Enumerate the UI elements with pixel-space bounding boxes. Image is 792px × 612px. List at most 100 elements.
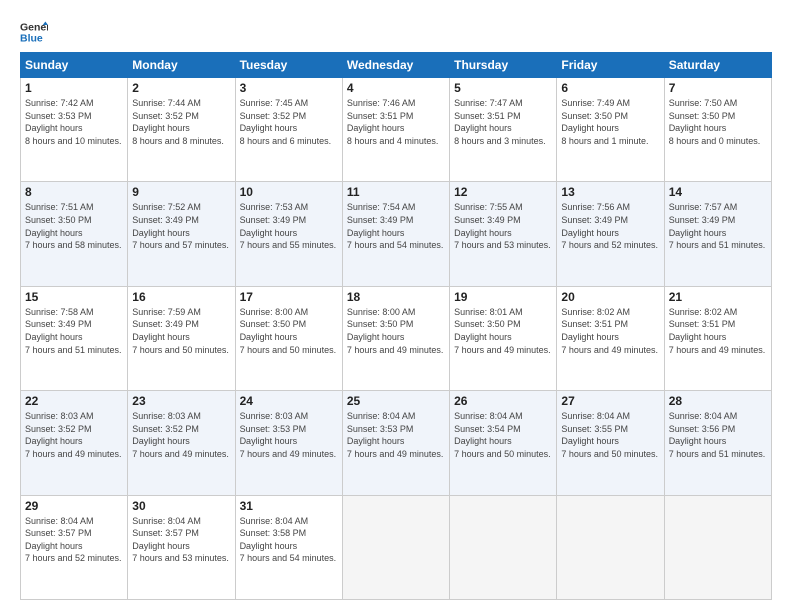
calendar-cell: 17 Sunrise: 8:00 AM Sunset: 3:50 PM Dayl…: [235, 286, 342, 390]
day-number: 12: [454, 185, 552, 199]
calendar-cell: 8 Sunrise: 7:51 AM Sunset: 3:50 PM Dayli…: [21, 182, 128, 286]
calendar-day-header: Tuesday: [235, 53, 342, 78]
day-number: 8: [25, 185, 123, 199]
calendar-cell: 31 Sunrise: 8:04 AM Sunset: 3:58 PM Dayl…: [235, 495, 342, 599]
calendar-cell: 10 Sunrise: 7:53 AM Sunset: 3:49 PM Dayl…: [235, 182, 342, 286]
day-info: Sunrise: 7:57 AM Sunset: 3:49 PM Dayligh…: [669, 201, 767, 251]
day-info: Sunrise: 8:00 AM Sunset: 3:50 PM Dayligh…: [240, 306, 338, 356]
calendar-day-header: Friday: [557, 53, 664, 78]
day-number: 25: [347, 394, 445, 408]
calendar-cell: 16 Sunrise: 7:59 AM Sunset: 3:49 PM Dayl…: [128, 286, 235, 390]
calendar-cell: 6 Sunrise: 7:49 AM Sunset: 3:50 PM Dayli…: [557, 78, 664, 182]
calendar-day-header: Saturday: [664, 53, 771, 78]
calendar-cell: 22 Sunrise: 8:03 AM Sunset: 3:52 PM Dayl…: [21, 391, 128, 495]
day-number: 30: [132, 499, 230, 513]
day-number: 13: [561, 185, 659, 199]
day-info: Sunrise: 8:04 AM Sunset: 3:55 PM Dayligh…: [561, 410, 659, 460]
calendar-cell: 23 Sunrise: 8:03 AM Sunset: 3:52 PM Dayl…: [128, 391, 235, 495]
day-info: Sunrise: 8:03 AM Sunset: 3:52 PM Dayligh…: [132, 410, 230, 460]
day-number: 23: [132, 394, 230, 408]
day-info: Sunrise: 7:46 AM Sunset: 3:51 PM Dayligh…: [347, 97, 445, 147]
day-info: Sunrise: 7:49 AM Sunset: 3:50 PM Dayligh…: [561, 97, 659, 147]
calendar-cell: 1 Sunrise: 7:42 AM Sunset: 3:53 PM Dayli…: [21, 78, 128, 182]
calendar-cell: 21 Sunrise: 8:02 AM Sunset: 3:51 PM Dayl…: [664, 286, 771, 390]
calendar-cell: 29 Sunrise: 8:04 AM Sunset: 3:57 PM Dayl…: [21, 495, 128, 599]
day-number: 7: [669, 81, 767, 95]
calendar-day-header: Sunday: [21, 53, 128, 78]
day-number: 20: [561, 290, 659, 304]
calendar-week-row: 1 Sunrise: 7:42 AM Sunset: 3:53 PM Dayli…: [21, 78, 772, 182]
day-info: Sunrise: 8:04 AM Sunset: 3:57 PM Dayligh…: [25, 515, 123, 565]
day-info: Sunrise: 8:02 AM Sunset: 3:51 PM Dayligh…: [669, 306, 767, 356]
day-number: 21: [669, 290, 767, 304]
day-info: Sunrise: 7:58 AM Sunset: 3:49 PM Dayligh…: [25, 306, 123, 356]
calendar-cell: [557, 495, 664, 599]
calendar-day-header: Thursday: [450, 53, 557, 78]
day-number: 15: [25, 290, 123, 304]
day-info: Sunrise: 7:54 AM Sunset: 3:49 PM Dayligh…: [347, 201, 445, 251]
day-info: Sunrise: 8:04 AM Sunset: 3:56 PM Dayligh…: [669, 410, 767, 460]
calendar-week-row: 22 Sunrise: 8:03 AM Sunset: 3:52 PM Dayl…: [21, 391, 772, 495]
day-info: Sunrise: 7:44 AM Sunset: 3:52 PM Dayligh…: [132, 97, 230, 147]
svg-text:Blue: Blue: [20, 33, 43, 45]
calendar-cell: 15 Sunrise: 7:58 AM Sunset: 3:49 PM Dayl…: [21, 286, 128, 390]
day-number: 3: [240, 81, 338, 95]
calendar-cell: 30 Sunrise: 8:04 AM Sunset: 3:57 PM Dayl…: [128, 495, 235, 599]
calendar-week-row: 29 Sunrise: 8:04 AM Sunset: 3:57 PM Dayl…: [21, 495, 772, 599]
calendar-cell: 12 Sunrise: 7:55 AM Sunset: 3:49 PM Dayl…: [450, 182, 557, 286]
day-number: 28: [669, 394, 767, 408]
calendar-week-row: 15 Sunrise: 7:58 AM Sunset: 3:49 PM Dayl…: [21, 286, 772, 390]
header: General Blue: [20, 18, 772, 46]
calendar-table: SundayMondayTuesdayWednesdayThursdayFrid…: [20, 52, 772, 600]
calendar-cell: 26 Sunrise: 8:04 AM Sunset: 3:54 PM Dayl…: [450, 391, 557, 495]
day-info: Sunrise: 8:04 AM Sunset: 3:54 PM Dayligh…: [454, 410, 552, 460]
calendar-cell: 9 Sunrise: 7:52 AM Sunset: 3:49 PM Dayli…: [128, 182, 235, 286]
calendar-week-row: 8 Sunrise: 7:51 AM Sunset: 3:50 PM Dayli…: [21, 182, 772, 286]
calendar-cell: 24 Sunrise: 8:03 AM Sunset: 3:53 PM Dayl…: [235, 391, 342, 495]
day-info: Sunrise: 8:04 AM Sunset: 3:57 PM Dayligh…: [132, 515, 230, 565]
day-info: Sunrise: 7:51 AM Sunset: 3:50 PM Dayligh…: [25, 201, 123, 251]
day-info: Sunrise: 8:03 AM Sunset: 3:52 PM Dayligh…: [25, 410, 123, 460]
day-info: Sunrise: 8:02 AM Sunset: 3:51 PM Dayligh…: [561, 306, 659, 356]
calendar-cell: 4 Sunrise: 7:46 AM Sunset: 3:51 PM Dayli…: [342, 78, 449, 182]
calendar-day-header: Monday: [128, 53, 235, 78]
day-number: 1: [25, 81, 123, 95]
calendar-cell: 20 Sunrise: 8:02 AM Sunset: 3:51 PM Dayl…: [557, 286, 664, 390]
day-info: Sunrise: 7:59 AM Sunset: 3:49 PM Dayligh…: [132, 306, 230, 356]
calendar-cell: 18 Sunrise: 8:00 AM Sunset: 3:50 PM Dayl…: [342, 286, 449, 390]
day-info: Sunrise: 7:56 AM Sunset: 3:49 PM Dayligh…: [561, 201, 659, 251]
calendar-cell: 19 Sunrise: 8:01 AM Sunset: 3:50 PM Dayl…: [450, 286, 557, 390]
day-info: Sunrise: 8:04 AM Sunset: 3:53 PM Dayligh…: [347, 410, 445, 460]
day-number: 24: [240, 394, 338, 408]
day-info: Sunrise: 7:53 AM Sunset: 3:49 PM Dayligh…: [240, 201, 338, 251]
day-number: 5: [454, 81, 552, 95]
day-number: 19: [454, 290, 552, 304]
day-info: Sunrise: 7:42 AM Sunset: 3:53 PM Dayligh…: [25, 97, 123, 147]
day-number: 16: [132, 290, 230, 304]
calendar-cell: [342, 495, 449, 599]
day-number: 18: [347, 290, 445, 304]
day-info: Sunrise: 8:04 AM Sunset: 3:58 PM Dayligh…: [240, 515, 338, 565]
day-info: Sunrise: 7:52 AM Sunset: 3:49 PM Dayligh…: [132, 201, 230, 251]
calendar-cell: 27 Sunrise: 8:04 AM Sunset: 3:55 PM Dayl…: [557, 391, 664, 495]
day-info: Sunrise: 8:00 AM Sunset: 3:50 PM Dayligh…: [347, 306, 445, 356]
day-number: 10: [240, 185, 338, 199]
day-number: 26: [454, 394, 552, 408]
day-number: 17: [240, 290, 338, 304]
calendar-cell: 2 Sunrise: 7:44 AM Sunset: 3:52 PM Dayli…: [128, 78, 235, 182]
day-number: 27: [561, 394, 659, 408]
day-number: 31: [240, 499, 338, 513]
day-number: 14: [669, 185, 767, 199]
calendar-cell: 11 Sunrise: 7:54 AM Sunset: 3:49 PM Dayl…: [342, 182, 449, 286]
day-number: 2: [132, 81, 230, 95]
calendar-cell: 25 Sunrise: 8:04 AM Sunset: 3:53 PM Dayl…: [342, 391, 449, 495]
day-number: 9: [132, 185, 230, 199]
calendar-cell: 3 Sunrise: 7:45 AM Sunset: 3:52 PM Dayli…: [235, 78, 342, 182]
day-number: 6: [561, 81, 659, 95]
calendar-cell: 13 Sunrise: 7:56 AM Sunset: 3:49 PM Dayl…: [557, 182, 664, 286]
day-number: 22: [25, 394, 123, 408]
day-number: 11: [347, 185, 445, 199]
day-info: Sunrise: 7:45 AM Sunset: 3:52 PM Dayligh…: [240, 97, 338, 147]
calendar-day-header: Wednesday: [342, 53, 449, 78]
logo-icon: General Blue: [20, 18, 48, 46]
